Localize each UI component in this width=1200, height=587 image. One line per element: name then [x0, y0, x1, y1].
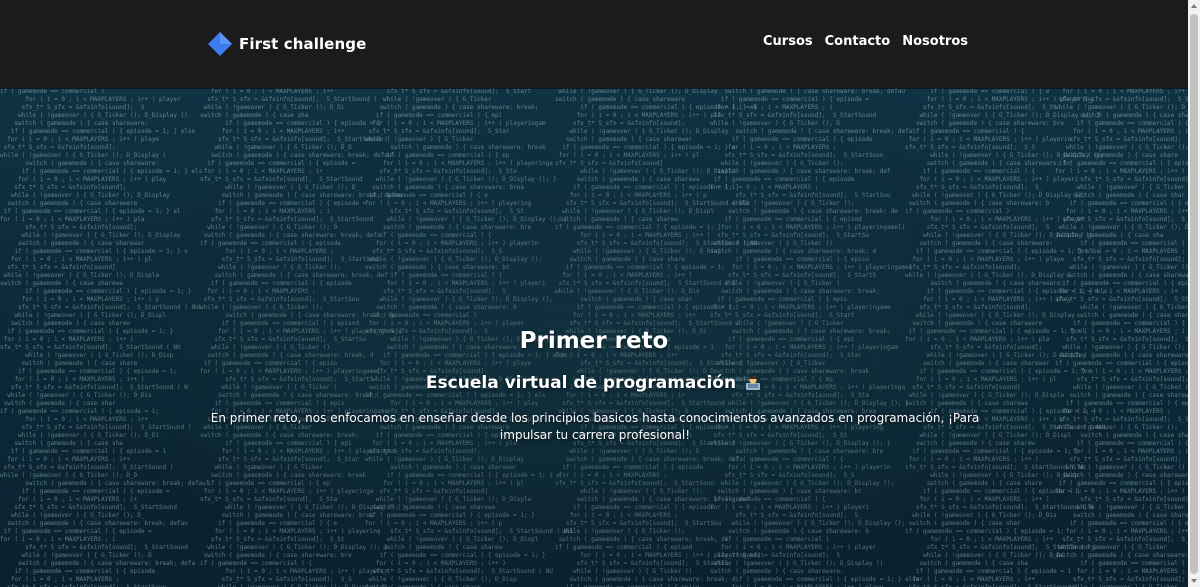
scroll-down-arrow-icon[interactable] [1191, 579, 1197, 583]
hero-description: En primer reto, nos enfocamos en enseñar… [210, 411, 980, 442]
hero-subtitle-text: Escuela virtual de programación [425, 373, 737, 393]
diamond-logo-icon [208, 32, 232, 56]
nav-links: Cursos Contacto Nosotros [763, 34, 968, 49]
hero-content: Primer reto Escuela virtual de programac… [0, 88, 1188, 587]
hero-title: Primer reto [519, 328, 669, 354]
scrollbar-thumb[interactable] [1190, 14, 1198, 574]
navbar: First challenge Cursos Contacto Nosotros [0, 0, 1200, 88]
brand-link[interactable]: First challenge [207, 30, 366, 58]
nav-link-contacto[interactable]: Contacto [825, 34, 891, 49]
vertical-scrollbar[interactable] [1188, 0, 1200, 587]
brand-name: First challenge [239, 35, 367, 53]
nav-link-cursos[interactable]: Cursos [763, 34, 813, 49]
scroll-up-arrow-icon[interactable] [1191, 4, 1197, 8]
nav-link-nosotros[interactable]: Nosotros [902, 34, 968, 49]
hero-subtitle: Escuela virtual de programación [0, 373, 1188, 393]
student-computer-emoji-icon [746, 376, 761, 390]
